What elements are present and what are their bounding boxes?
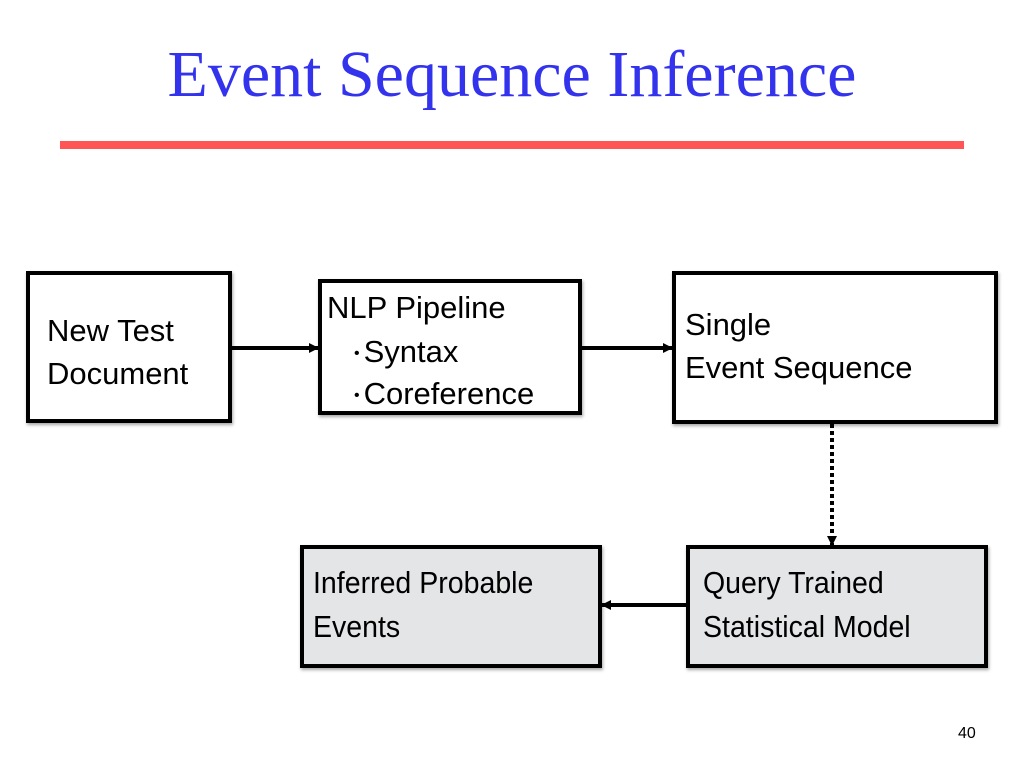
node-heading: NLP Pipeline bbox=[327, 290, 506, 325]
bullet-item-syntax: • Syntax bbox=[354, 330, 458, 375]
node-label-line: Inferred Probable bbox=[313, 561, 553, 604]
node-query-trained-model: Query Trained Statistical Model bbox=[686, 545, 988, 668]
node-new-test-document: New Test Document bbox=[26, 271, 232, 423]
node-label-text: Query Trained bbox=[703, 565, 884, 600]
node-label-line: Document bbox=[47, 356, 189, 391]
node-label-text: Statistical Model bbox=[703, 609, 911, 644]
bullet-icon: • bbox=[354, 387, 360, 405]
node-label-line: Single bbox=[685, 307, 772, 342]
node-label-line: Statistical Model bbox=[703, 605, 929, 648]
node-label-line: New Test bbox=[47, 313, 174, 348]
node-inferred-probable-events: Inferred Probable Events bbox=[300, 545, 602, 668]
page-number: 40 bbox=[958, 725, 976, 742]
bullet-icon: • bbox=[354, 345, 360, 363]
node-single-event-sequence: Single Event Sequence bbox=[672, 271, 998, 424]
node-label-line: Event Sequence bbox=[685, 350, 913, 385]
node-label-text: Events bbox=[313, 609, 401, 644]
bullet-item-coreference: • Coreference bbox=[354, 372, 534, 417]
node-label-text: Inferred Probable bbox=[313, 565, 534, 600]
bullet-text: Coreference bbox=[363, 376, 535, 411]
bullet-text: Syntax bbox=[363, 334, 459, 369]
node-label-line: Events bbox=[313, 605, 408, 648]
node-nlp-pipeline: NLP Pipeline • Syntax • Coreference bbox=[318, 279, 582, 415]
node-label-line: Query Trained bbox=[703, 561, 899, 604]
